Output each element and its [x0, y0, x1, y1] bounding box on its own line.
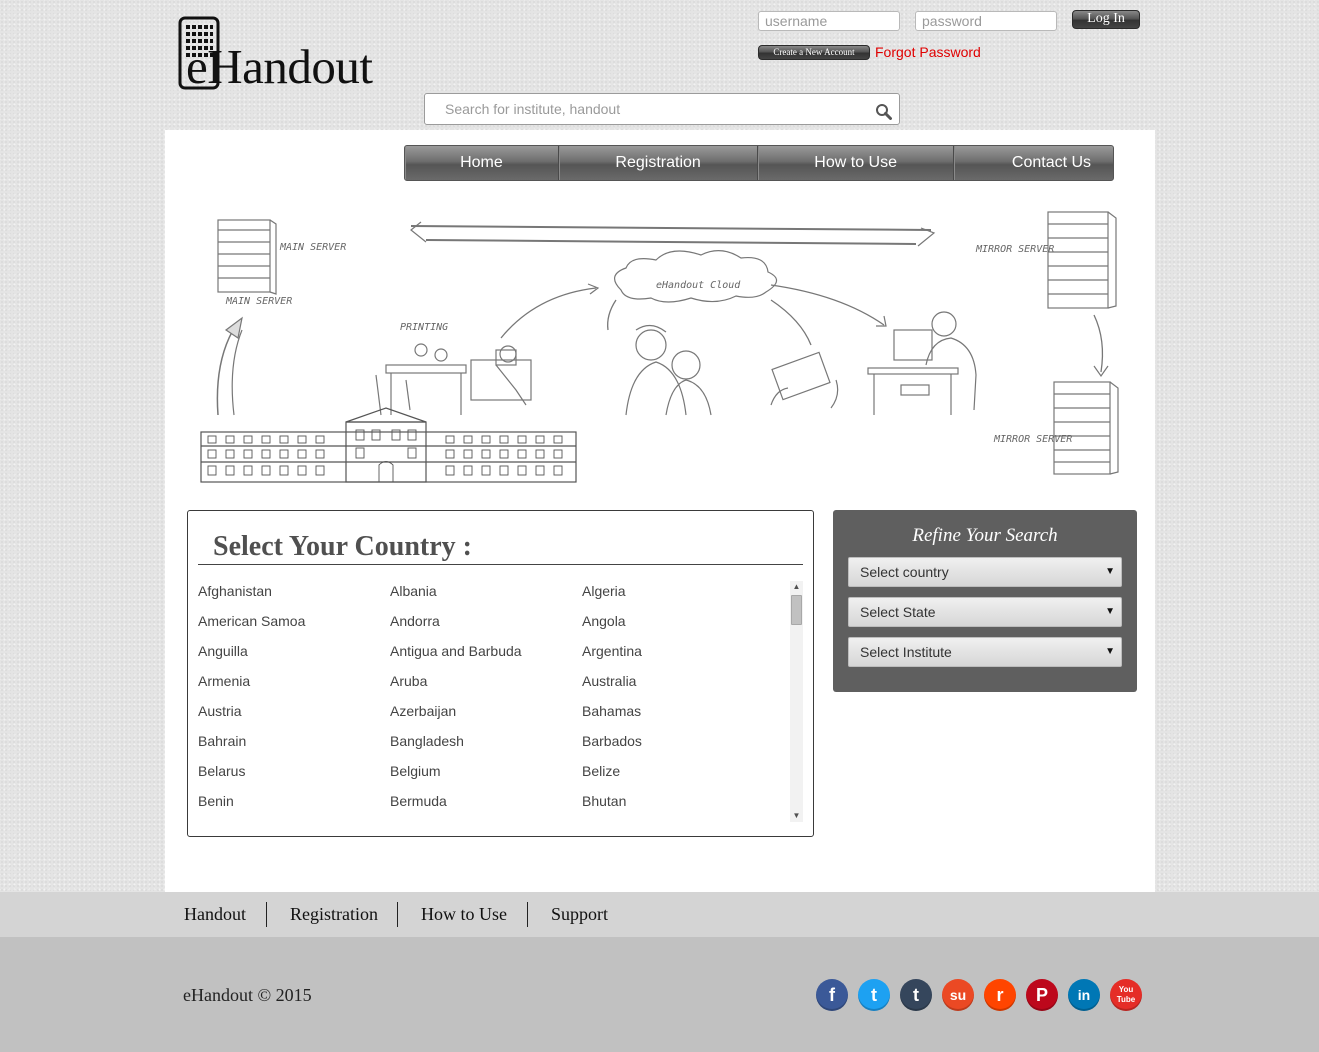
username-input[interactable]: [758, 11, 900, 31]
country-item[interactable]: Albania: [390, 583, 437, 599]
dropdown-arrow-icon: ▼: [1105, 606, 1115, 617]
state-select[interactable]: Select State ▼: [848, 597, 1122, 627]
password-input[interactable]: [915, 11, 1057, 31]
footer-link-handout[interactable]: Handout: [184, 904, 246, 925]
facebook-icon[interactable]: f: [816, 979, 848, 1011]
label-mirror-server-1: MIRROR SERVER: [975, 244, 1054, 255]
scroll-down-arrow-icon[interactable]: ▼: [790, 810, 803, 822]
dropdown-arrow-icon: ▼: [1105, 566, 1115, 577]
footer-separator: [527, 902, 528, 927]
country-item[interactable]: Antigua and Barbuda: [390, 643, 522, 659]
country-item[interactable]: Barbados: [582, 733, 642, 749]
country-item[interactable]: Bahamas: [582, 703, 641, 719]
copyright-text: eHandout © 2015: [183, 985, 312, 1005]
country-item[interactable]: American Samoa: [198, 613, 305, 629]
country-item[interactable]: Austria: [198, 703, 242, 719]
country-item[interactable]: Bhutan: [582, 793, 626, 809]
scroll-up-arrow-icon[interactable]: ▲: [790, 581, 803, 593]
footer-nav: Handout Registration How to Use Support: [0, 892, 1319, 937]
country-select[interactable]: Select country ▼: [848, 557, 1122, 587]
footer-link-how-to-use[interactable]: How to Use: [421, 904, 507, 925]
institute-select[interactable]: Select Institute ▼: [848, 637, 1122, 667]
site-logo[interactable]: eHandout: [178, 16, 418, 94]
main-server-icon: [217, 219, 277, 295]
cloud-icon: [614, 250, 778, 303]
main-nav: Home Registration How to Use Contact Us: [404, 145, 1114, 181]
country-item[interactable]: Bangladesh: [390, 733, 464, 749]
logo-text: eHandout: [186, 39, 373, 94]
country-selector: Select Your Country : Afghanistan Albania…: [187, 510, 814, 837]
mirror-server-top-icon: [1047, 211, 1117, 309]
nav-registration[interactable]: Registration: [559, 146, 759, 180]
reddit-icon[interactable]: r: [984, 979, 1016, 1011]
country-item[interactable]: Bahrain: [198, 733, 246, 749]
country-item[interactable]: Australia: [582, 673, 636, 689]
search-bar[interactable]: [424, 93, 900, 125]
institute-select-value: Select Institute: [860, 644, 952, 660]
search-icon[interactable]: [875, 103, 892, 120]
linkedin-icon[interactable]: in: [1068, 979, 1100, 1011]
youtube-icon[interactable]: You Tube: [1110, 979, 1142, 1011]
country-item[interactable]: Afghanistan: [198, 583, 272, 599]
stumbleupon-icon[interactable]: su: [942, 979, 974, 1011]
country-item[interactable]: Angola: [582, 613, 626, 629]
label-main-server-1: MAIN SERVER: [279, 242, 346, 253]
mirror-server-bottom-icon: [1053, 381, 1119, 475]
country-item[interactable]: Azerbaijan: [390, 703, 456, 719]
search-input[interactable]: [443, 100, 867, 118]
title-divider: [198, 564, 803, 565]
twitter-icon[interactable]: t: [858, 979, 890, 1011]
forgot-password-link[interactable]: Forgot Password: [875, 44, 981, 60]
country-item[interactable]: Bermuda: [390, 793, 447, 809]
computer-user-sketch: [867, 311, 977, 415]
label-mirror-server-2: MIRROR SERVER: [993, 434, 1072, 445]
country-item[interactable]: Andorra: [390, 613, 440, 629]
country-item[interactable]: Aruba: [390, 673, 427, 689]
country-item[interactable]: Anguilla: [198, 643, 248, 659]
country-item[interactable]: Belarus: [198, 763, 245, 779]
printing-office-sketch: [375, 343, 532, 416]
label-printing: PRINTING: [400, 322, 448, 333]
university-building-sketch: [200, 407, 577, 483]
country-select-value: Select country: [860, 564, 949, 580]
country-item[interactable]: Algeria: [582, 583, 626, 599]
students-sketch: [625, 324, 712, 416]
country-item[interactable]: Armenia: [198, 673, 250, 689]
label-cloud: eHandout Cloud: [656, 280, 741, 291]
nav-home[interactable]: Home: [405, 146, 559, 180]
dropdown-arrow-icon: ▼: [1105, 646, 1115, 657]
footer-link-support[interactable]: Support: [551, 904, 608, 925]
create-account-button[interactable]: Create a New Account: [758, 45, 870, 60]
tablet-sketch: [770, 351, 839, 409]
country-item[interactable]: Belize: [582, 763, 620, 779]
country-section-title: Select Your Country :: [213, 531, 472, 562]
footer-link-registration[interactable]: Registration: [290, 904, 378, 925]
footer-separator: [266, 902, 267, 927]
footer-bottom: eHandout © 2015 f t t su r Pin You Tube: [0, 937, 1319, 1052]
refine-title: Refine Your Search: [912, 525, 1058, 546]
nav-contact-us[interactable]: Contact Us: [954, 146, 1113, 180]
ehandout-workflow-illustration: MAIN SERVER MAIN SERVER PRINTING eHandou…: [200, 211, 1119, 483]
tumblr-icon[interactable]: t: [900, 979, 932, 1011]
country-list-scrollbar[interactable]: ▲ ▼: [790, 581, 803, 822]
state-select-value: Select State: [860, 604, 936, 620]
country-item[interactable]: Benin: [198, 793, 234, 809]
country-item[interactable]: Argentina: [582, 643, 642, 659]
label-main-server-2: MAIN SERVER: [225, 296, 292, 307]
scroll-thumb[interactable]: [791, 595, 802, 625]
footer-separator: [397, 902, 398, 927]
country-item[interactable]: Belgium: [390, 763, 441, 779]
login-button[interactable]: Log In: [1072, 10, 1140, 29]
pinterest-icon[interactable]: P: [1026, 979, 1058, 1011]
nav-how-to-use[interactable]: How to Use: [758, 146, 954, 180]
refine-search-panel: Refine Your Search Select country ▼ Sele…: [833, 510, 1137, 692]
